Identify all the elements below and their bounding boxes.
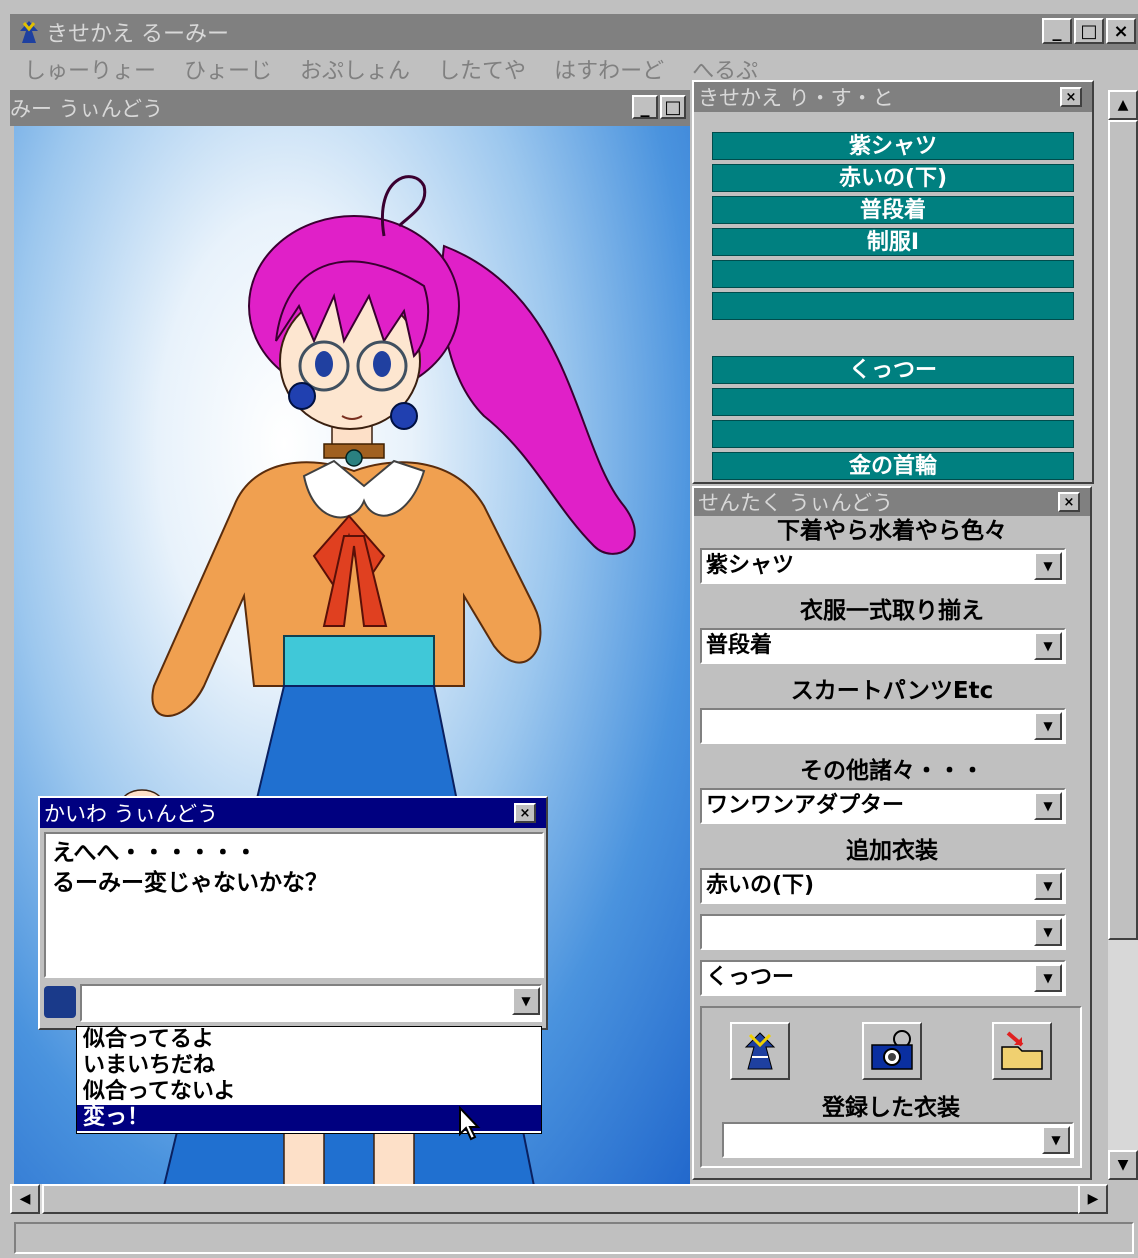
list-panel-titlebar: きせかえ り・す・と ×: [694, 82, 1092, 112]
outfit-slot-6[interactable]: [712, 292, 1074, 320]
chevron-down-icon[interactable]: ▼: [1034, 552, 1062, 580]
status-bar: [10, 1218, 1138, 1258]
reply-option[interactable]: 似合ってるよ: [77, 1027, 541, 1053]
chevron-down-icon[interactable]: ▼: [1042, 1126, 1070, 1154]
reply-option[interactable]: 似合ってないよ: [77, 1079, 541, 1105]
selection-panel-titlebar: せんたく うぃんどう ×: [694, 488, 1090, 516]
section-label-underwear: 下着やら水着やら色々: [777, 518, 1007, 544]
extra-select-3[interactable]: くっつー ▼: [700, 960, 1066, 996]
outfit-slot-5[interactable]: [712, 260, 1074, 288]
extra-select-1[interactable]: 赤いの(下) ▼: [700, 868, 1066, 904]
section-label-misc: その他諸々・・・: [800, 758, 984, 784]
arrow-cursor-icon: [459, 1106, 481, 1141]
outfit-slot-3[interactable]: 普段着: [712, 196, 1074, 224]
extra-select-2[interactable]: ▼: [700, 914, 1066, 950]
section-label-outfit: 衣服一式取り揃え: [800, 598, 984, 624]
list-panel-title: きせかえ り・す・と: [698, 86, 894, 110]
child-minimize-icon[interactable]: _: [632, 95, 658, 119]
section-label-skirt: スカートパンツEtc: [790, 678, 994, 704]
chevron-down-icon[interactable]: ▼: [512, 987, 540, 1015]
close-icon[interactable]: ×: [514, 803, 536, 823]
child-window-titlebar: みー うぃんどう _ □: [10, 90, 690, 126]
extra-select-3-value: くっつー: [706, 965, 795, 990]
menu-password[interactable]: はすわーど: [540, 53, 678, 85]
underwear-select-value: 紫シャツ: [706, 553, 795, 578]
child-maximize-icon[interactable]: □: [660, 95, 686, 119]
chevron-down-icon[interactable]: ▼: [1034, 964, 1062, 992]
chevron-down-icon[interactable]: ▼: [1034, 872, 1062, 900]
scroll-left-icon[interactable]: ◀: [10, 1184, 40, 1214]
dialogue-window: かいわ うぃんどう × えへへ・・・・・・ るーみー変じゃないかな？ ▼: [38, 796, 548, 1030]
camera-icon[interactable]: [862, 1022, 922, 1080]
misc-select-value: ワンワンアダプター: [706, 793, 905, 818]
scroll-right-icon[interactable]: ▶: [1078, 1184, 1108, 1214]
outfit-slot-10[interactable]: 金の首輪: [712, 452, 1074, 480]
kisekae-list-panel: きせかえ り・す・と × 紫シャツ 赤いの(下) 普段着 制服Ⅰ くっつー 金の…: [692, 80, 1094, 484]
maximize-icon[interactable]: □: [1074, 18, 1104, 44]
outfit-slot-4[interactable]: 制服Ⅰ: [712, 228, 1074, 256]
selection-panel-title: せんたく うぃんどう: [698, 491, 894, 515]
reply-combo[interactable]: ▼: [44, 984, 544, 1024]
menu-view[interactable]: ひょーじ: [170, 53, 286, 85]
scroll-up-icon[interactable]: ▲: [1108, 90, 1138, 120]
dialogue-text: えへへ・・・・・・ るーみー変じゃないかな？: [44, 832, 544, 978]
globe-icon: [44, 986, 76, 1018]
child-window-title: みー うぃんどう: [10, 97, 164, 121]
chevron-down-icon[interactable]: ▼: [1034, 712, 1062, 740]
vertical-scroll-thumb[interactable]: [1108, 120, 1138, 940]
dialogue-titlebar: かいわ うぃんどう ×: [40, 798, 546, 828]
folder-arrow-icon[interactable]: [992, 1022, 1052, 1080]
menu-tailor[interactable]: したてや: [424, 53, 540, 85]
dress-icon[interactable]: [730, 1022, 790, 1080]
extra-select-1-value: 赤いの(下): [706, 873, 815, 898]
section-label-extra: 追加衣装: [846, 838, 938, 864]
dialogue-title: かいわ うぃんどう: [44, 802, 219, 826]
outfit-slot-9[interactable]: [712, 420, 1074, 448]
outfit-slot-7[interactable]: くっつー: [712, 356, 1074, 384]
window-title: きせかえ るーみー: [46, 22, 229, 47]
registered-outfit-label: 登録した衣装: [822, 1095, 960, 1121]
minimize-icon[interactable]: _: [1042, 18, 1072, 44]
outfit-slot-8[interactable]: [712, 388, 1074, 416]
reply-option[interactable]: いまいちだね: [77, 1053, 541, 1079]
horizontal-scrollbar[interactable]: ◀ ▶: [10, 1184, 1108, 1214]
outfit-slot-2[interactable]: 赤いの(下): [712, 164, 1074, 192]
app-icon: [20, 21, 38, 43]
skirt-select[interactable]: ▼: [700, 708, 1066, 744]
dialogue-line-2: るーみー変じゃないかな？: [52, 870, 328, 896]
outfit-select[interactable]: 普段着 ▼: [700, 628, 1066, 664]
horizontal-scroll-thumb[interactable]: [42, 1184, 1082, 1214]
outfit-select-value: 普段着: [706, 633, 773, 658]
misc-select[interactable]: ワンワンアダプター ▼: [700, 788, 1066, 824]
selection-panel: せんたく うぃんどう × 下着やら水着やら色々 紫シャツ ▼ 衣服一式取り揃え …: [692, 486, 1092, 1180]
dialogue-line-1: えへへ・・・・・・: [52, 840, 258, 866]
menu-quit[interactable]: しゅーりょー: [10, 53, 170, 85]
chevron-down-icon[interactable]: ▼: [1034, 918, 1062, 946]
menu-options[interactable]: おぷしょん: [286, 53, 424, 85]
registered-outfit-box: 登録した衣装 ▼: [700, 1006, 1082, 1168]
scroll-down-icon[interactable]: ▼: [1108, 1150, 1138, 1180]
reply-input[interactable]: [80, 984, 542, 1022]
registered-outfit-select[interactable]: ▼: [722, 1122, 1074, 1158]
underwear-select[interactable]: 紫シャツ ▼: [700, 548, 1066, 584]
vertical-scrollbar[interactable]: ▲ ▼: [1108, 90, 1138, 1180]
status-field: [14, 1222, 1134, 1254]
close-icon[interactable]: ×: [1058, 492, 1080, 512]
outfit-slot-1[interactable]: 紫シャツ: [712, 132, 1074, 160]
close-icon[interactable]: ×: [1106, 18, 1136, 44]
chevron-down-icon[interactable]: ▼: [1034, 792, 1062, 820]
close-icon[interactable]: ×: [1060, 87, 1082, 107]
main-titlebar: きせかえ るーみー _ □ ×: [10, 14, 1138, 50]
chevron-down-icon[interactable]: ▼: [1034, 632, 1062, 660]
